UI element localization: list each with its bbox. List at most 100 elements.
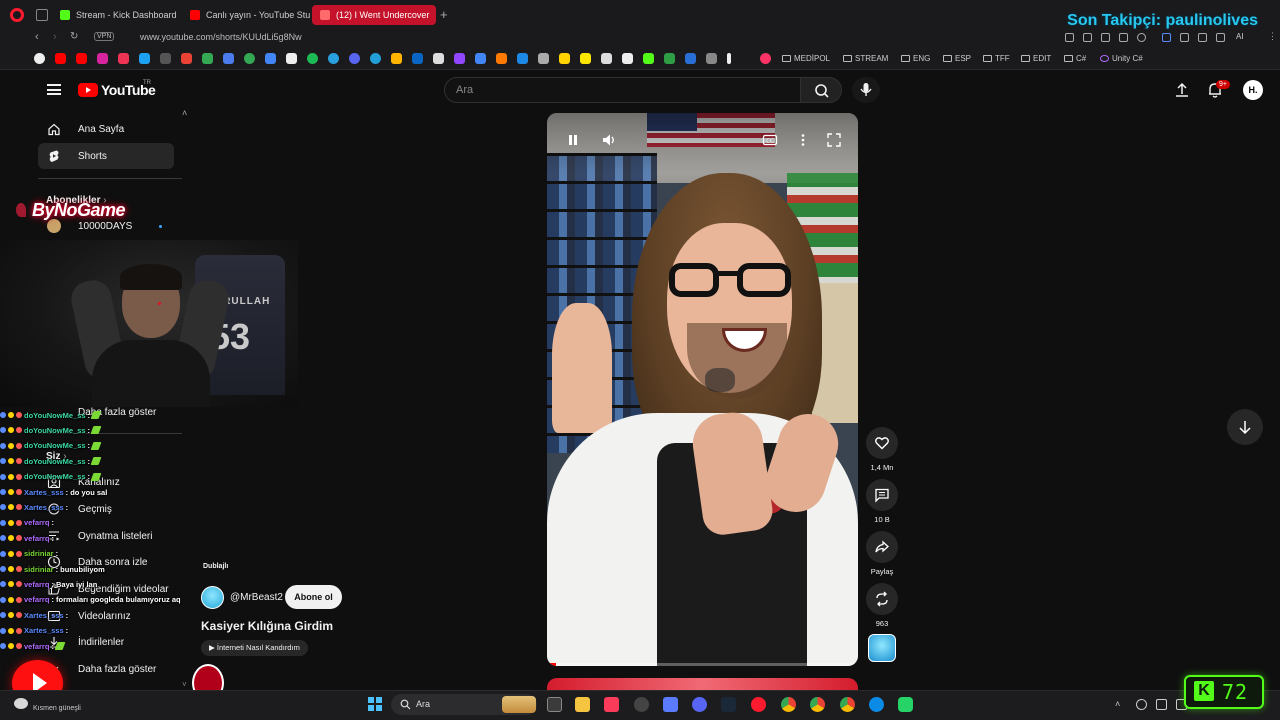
share-button[interactable] — [866, 531, 898, 563]
bookmark-folder[interactable]: EDIT — [1021, 54, 1051, 63]
chrome-icon[interactable] — [840, 697, 855, 712]
bookmark-icon[interactable] — [328, 53, 339, 64]
bookmark-icon[interactable] — [475, 53, 486, 64]
bookmark-icon[interactable] — [580, 53, 591, 64]
more-menu-icon[interactable]: ⋮ — [1268, 31, 1277, 42]
fullscreen-icon[interactable] — [826, 132, 842, 148]
next-short-preview[interactable] — [547, 678, 858, 690]
x-bookmark-icon[interactable] — [139, 53, 150, 64]
bookmark-icon[interactable] — [433, 53, 444, 64]
ai-extension[interactable]: AI — [1236, 32, 1244, 41]
bookmark-icon[interactable] — [286, 53, 297, 64]
sound-chip[interactable]: ▶ İnterneti Nasıl Kandırdım — [201, 640, 308, 656]
upload-icon[interactable] — [1173, 81, 1191, 99]
next-short-button[interactable] — [1227, 409, 1263, 445]
onedrive-icon[interactable] — [1136, 699, 1147, 710]
linkedin-bookmark-icon[interactable] — [412, 53, 423, 64]
weather-widget-label[interactable]: Kısmen güneşli — [33, 705, 81, 712]
reload-icon[interactable]: ↻ — [70, 31, 78, 42]
file-explorer-icon[interactable] — [575, 697, 590, 712]
video-progress-bar[interactable] — [547, 663, 858, 666]
extension-icon[interactable] — [1083, 33, 1092, 42]
bookmark-folder[interactable]: ESP — [943, 54, 971, 63]
gmail-bookmark-icon[interactable] — [181, 53, 192, 64]
twitch-bookmark-icon[interactable] — [454, 53, 465, 64]
bookmark-folder[interactable]: MEDİPOL — [782, 54, 830, 63]
channel-avatar[interactable] — [201, 586, 224, 609]
new-tab-plus-icon[interactable]: + — [440, 7, 448, 22]
bookmark-icon[interactable] — [391, 53, 402, 64]
short-title[interactable]: Kasiyer Kılığına Girdim — [201, 619, 333, 633]
steam-icon[interactable] — [721, 697, 736, 712]
bookmark-icon[interactable] — [706, 53, 717, 64]
kick-bookmark-icon[interactable] — [643, 53, 654, 64]
bookmark-folder[interactable]: Unity C# — [1100, 54, 1143, 63]
extension-icon[interactable] — [1162, 33, 1171, 42]
menu-icon[interactable] — [47, 84, 61, 95]
bookmark-icon[interactable] — [760, 53, 771, 64]
extension-icon[interactable] — [1119, 33, 1128, 42]
bookmark-icon[interactable] — [538, 53, 549, 64]
steam-bookmark-icon[interactable] — [685, 53, 696, 64]
maps-bookmark-icon[interactable] — [244, 53, 255, 64]
audio-source-thumbnail[interactable] — [868, 634, 896, 662]
search-input[interactable]: Ara — [444, 77, 801, 103]
comments-button[interactable] — [866, 479, 898, 511]
bookmark-icon[interactable] — [118, 53, 129, 64]
vpn-badge[interactable]: VPN — [94, 32, 115, 41]
bookmark-folder[interactable]: TFF — [983, 54, 1010, 63]
extension-icon[interactable] — [1065, 33, 1074, 42]
google-bookmark-icon[interactable] — [34, 53, 45, 64]
voice-search-button[interactable] — [852, 77, 880, 103]
captions-icon[interactable]: CC — [762, 132, 778, 148]
extension-icon[interactable] — [1216, 33, 1225, 42]
bookmark-icon[interactable] — [223, 53, 234, 64]
tab-youtube-studio[interactable]: Canlı yayın - YouTube Stu — [182, 5, 310, 25]
bookmark-folder[interactable]: ENG — [901, 54, 930, 63]
app-icon[interactable] — [663, 697, 678, 712]
short-video-player[interactable]: CC — [547, 113, 858, 666]
bookmark-icon[interactable] — [349, 53, 360, 64]
bookmark-icon[interactable] — [559, 53, 570, 64]
account-avatar[interactable]: H. — [1243, 80, 1263, 100]
bookmark-icon[interactable] — [517, 53, 528, 64]
bookmark-icon[interactable] — [622, 53, 633, 64]
chrome-icon[interactable] — [810, 697, 825, 712]
extension-icon[interactable] — [1101, 33, 1110, 42]
bookmark-folder[interactable]: C# — [1064, 54, 1086, 63]
search-button[interactable] — [800, 77, 842, 103]
remix-button[interactable] — [866, 583, 898, 615]
more-options-icon[interactable] — [795, 132, 811, 148]
like-button[interactable] — [866, 427, 898, 459]
app-icon[interactable] — [634, 697, 649, 712]
sidebar-item-home[interactable]: Ana Sayfa — [38, 116, 174, 142]
bookmark-icon[interactable] — [160, 53, 171, 64]
back-arrow-icon[interactable]: ‹ — [35, 31, 39, 43]
weather-icon[interactable] — [14, 698, 28, 709]
pause-icon[interactable] — [565, 132, 581, 148]
tab-kick-dashboard[interactable]: Stream - Kick Dashboard — [52, 5, 182, 25]
bookmark-icon[interactable] — [496, 53, 507, 64]
discord-icon[interactable] — [692, 697, 707, 712]
whatsapp-icon[interactable] — [898, 697, 913, 712]
youtube-bookmark-icon[interactable] — [76, 53, 87, 64]
volume-icon[interactable] — [601, 132, 617, 148]
bookmark-icon[interactable] — [664, 53, 675, 64]
collapse-caret-icon[interactable]: ˄ — [182, 108, 187, 118]
download-icon[interactable] — [1198, 33, 1207, 42]
tray-chevron-icon[interactable]: ˄ — [1115, 699, 1126, 710]
extension-icon[interactable] — [1180, 33, 1189, 42]
chrome-icon[interactable] — [781, 697, 796, 712]
edge-icon[interactable] — [869, 697, 884, 712]
spotify-bookmark-icon[interactable] — [307, 53, 318, 64]
telegram-bookmark-icon[interactable] — [370, 53, 381, 64]
bookmark-icon[interactable] — [265, 53, 276, 64]
tab-workspaces-icon[interactable] — [36, 9, 48, 21]
bookmark-folder[interactable]: STREAM — [843, 54, 888, 63]
subscribe-button[interactable]: Abone ol — [285, 585, 342, 609]
sidebar-item-shorts[interactable]: Shorts — [38, 143, 174, 169]
music-app-icon[interactable] — [604, 697, 619, 712]
youtube-bookmark-icon[interactable] — [55, 53, 66, 64]
task-view-icon[interactable] — [547, 697, 562, 712]
instagram-bookmark-icon[interactable] — [97, 53, 108, 64]
